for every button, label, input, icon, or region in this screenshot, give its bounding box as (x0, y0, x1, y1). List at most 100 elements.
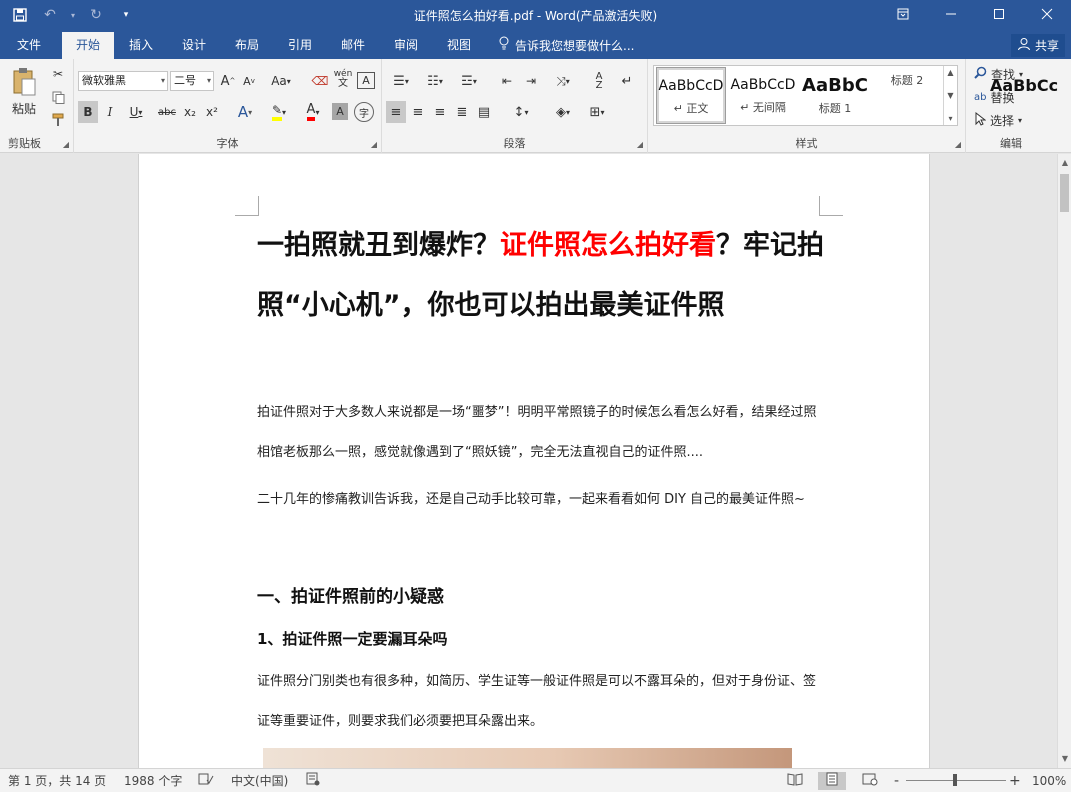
font-size-select[interactable]: 二号 ▾ (170, 71, 214, 91)
increase-indent-icon[interactable]: ⇥ (520, 70, 542, 92)
character-shading-button[interactable]: A (332, 103, 348, 120)
minimize-icon[interactable] (927, 0, 975, 28)
shrink-font-button[interactable]: Av (239, 70, 259, 92)
ribbon-home: 粘贴 ✂ 剪贴板 ◢ 微软雅黑 ▾ 二号 ▾ A ^ Av Aa ▾ ⌫ wén 文 … (0, 59, 1071, 153)
borders-icon[interactable]: ⊞ ▾ (582, 101, 612, 123)
scroll-down-icon[interactable]: ▼ (1058, 752, 1071, 766)
cut-icon[interactable]: ✂ (48, 63, 68, 85)
select-button[interactable]: 选择 ▾ (974, 109, 1044, 131)
ribbon-tabs: 文件 开始 插入 设计 布局 引用 邮件 审阅 视图 告诉我您想要做什么... … (0, 32, 1071, 59)
tell-me-text: 告诉我您想要做什么... (515, 38, 635, 53)
cursor-icon (974, 111, 987, 129)
style-normal[interactable]: AaBbCcD ↵ 正文 (656, 67, 726, 124)
proofing-icon[interactable] (198, 772, 214, 790)
read-mode-icon[interactable] (787, 772, 803, 790)
zoom-level[interactable]: 100% (1032, 772, 1066, 790)
print-layout-icon[interactable] (818, 772, 846, 790)
text-effects-button[interactable]: A ▾ (230, 101, 260, 123)
format-painter-icon[interactable] (48, 109, 68, 131)
style-heading-1[interactable]: AaBbC 标题 1 (800, 67, 870, 124)
strikethrough-button[interactable]: abc (154, 101, 180, 123)
zoom-slider-thumb[interactable] (953, 774, 957, 786)
chevron-down-icon[interactable]: ▼ (947, 91, 953, 100)
ribbon-display-options-icon[interactable] (879, 0, 927, 28)
character-shading-label: A (336, 105, 344, 118)
zoom-out-button[interactable]: - (894, 772, 899, 790)
share-button[interactable]: 共享 (1010, 34, 1065, 57)
select-label: 选择 (990, 113, 1015, 128)
tab-home[interactable]: 开始 (62, 32, 114, 59)
find-button[interactable]: 查找 ▾ (974, 63, 1044, 85)
align-right-icon[interactable]: ≡ (430, 101, 450, 123)
shading-icon[interactable]: ◈ ▾ (548, 101, 578, 123)
tab-review[interactable]: 审阅 (381, 32, 431, 59)
italic-label: I (107, 105, 113, 119)
scroll-thumb[interactable] (1060, 174, 1069, 212)
more-styles-icon[interactable]: ▾ (948, 114, 952, 123)
tab-layout[interactable]: 布局 (222, 32, 272, 59)
scroll-up-icon[interactable]: ▲ (1058, 156, 1071, 170)
page-count[interactable]: 第 1 页，共 14 页 (8, 772, 106, 790)
tab-references[interactable]: 引用 (274, 32, 326, 59)
person-icon (1017, 37, 1031, 54)
character-border-label: A (362, 74, 370, 87)
tab-view[interactable]: 视图 (433, 32, 485, 59)
superscript-button[interactable]: x² (202, 101, 222, 123)
paste-button[interactable]: 粘贴 (6, 65, 42, 119)
style-no-spacing[interactable]: AaBbCcD ↵ 无间隔 (728, 67, 798, 124)
macro-icon[interactable] (306, 772, 320, 790)
close-icon[interactable] (1023, 0, 1071, 28)
align-left-icon[interactable]: ≡ (386, 101, 406, 123)
language-indicator[interactable]: 中文(中国) (231, 772, 288, 790)
paste-label: 粘贴 (11, 102, 36, 116)
enclose-characters-button[interactable]: 字 (354, 102, 374, 122)
tab-design[interactable]: 设计 (168, 32, 220, 59)
zoom-in-button[interactable]: + (1009, 772, 1021, 790)
justify-icon[interactable]: ≣ (452, 101, 472, 123)
vertical-scrollbar[interactable]: ▲ ▼ (1057, 154, 1071, 768)
subscript-button[interactable]: x₂ (180, 101, 200, 123)
tab-file[interactable]: 文件 (4, 32, 54, 59)
replace-button[interactable]: ab 替换 (974, 86, 1044, 108)
numbering-icon[interactable]: ☷ ▾ (420, 70, 450, 92)
phonetic-guide-button[interactable]: wén 文 (332, 68, 354, 90)
line-spacing-icon[interactable]: ↕ ▾ (506, 101, 536, 123)
styles-scroll: ▲ ▼ ▾ (943, 66, 957, 125)
show-marks-icon[interactable]: ↵ (616, 70, 638, 92)
grow-font-button[interactable]: A ^ (218, 70, 238, 92)
font-name-select[interactable]: 微软雅黑 ▾ (78, 71, 168, 91)
font-launcher-icon[interactable]: ◢ (371, 140, 377, 149)
underline-button[interactable]: U ▾ (122, 101, 150, 123)
grow-font-label: A (220, 73, 230, 89)
style-sample: AaBbCcD (658, 78, 724, 94)
word-count[interactable]: 1988 个字 (124, 772, 182, 790)
decrease-indent-icon[interactable]: ⇤ (496, 70, 518, 92)
distributed-icon[interactable]: ▤ (474, 101, 494, 123)
tab-mailings[interactable]: 邮件 (327, 32, 379, 59)
clipboard-launcher-icon[interactable]: ◢ (63, 140, 69, 149)
title-part-1: 一拍照就丑到爆炸？ (257, 230, 500, 261)
web-layout-icon[interactable] (862, 772, 878, 790)
bullets-icon[interactable]: ☰ ▾ (386, 70, 416, 92)
sort-icon[interactable]: AZ (588, 70, 610, 92)
tell-me-box[interactable]: 告诉我您想要做什么... (498, 32, 634, 59)
align-center-icon[interactable]: ≡ (408, 101, 428, 123)
paragraph-launcher-icon[interactable]: ◢ (637, 140, 643, 149)
styles-launcher-icon[interactable]: ◢ (955, 140, 961, 149)
bold-button[interactable]: B (78, 101, 98, 123)
tab-insert[interactable]: 插入 (116, 32, 166, 59)
multilevel-list-icon[interactable]: ☲ ▾ (454, 70, 484, 92)
maximize-icon[interactable] (975, 0, 1023, 28)
highlight-button[interactable]: ✎ ▾ (264, 101, 294, 123)
chinese-layout-icon[interactable]: ⤨ ▾ (548, 70, 578, 92)
style-heading-2[interactable]: AaBbCc 标题 2 (872, 67, 1058, 124)
italic-button[interactable]: I (100, 101, 120, 123)
change-case-button[interactable]: Aa ▾ (266, 70, 296, 92)
document-page[interactable]: 一拍照就丑到爆炸？证件照怎么拍好看？牢记拍照“小心机”，你也可以拍出最美证件照 … (138, 154, 930, 768)
font-color-button[interactable]: A ▾ (298, 101, 328, 123)
clear-formatting-icon[interactable]: ⌫ (310, 70, 330, 92)
character-border-button[interactable]: A (357, 72, 375, 89)
chevron-up-icon[interactable]: ▲ (947, 68, 953, 77)
copy-icon[interactable] (48, 86, 68, 108)
search-icon (974, 66, 987, 82)
